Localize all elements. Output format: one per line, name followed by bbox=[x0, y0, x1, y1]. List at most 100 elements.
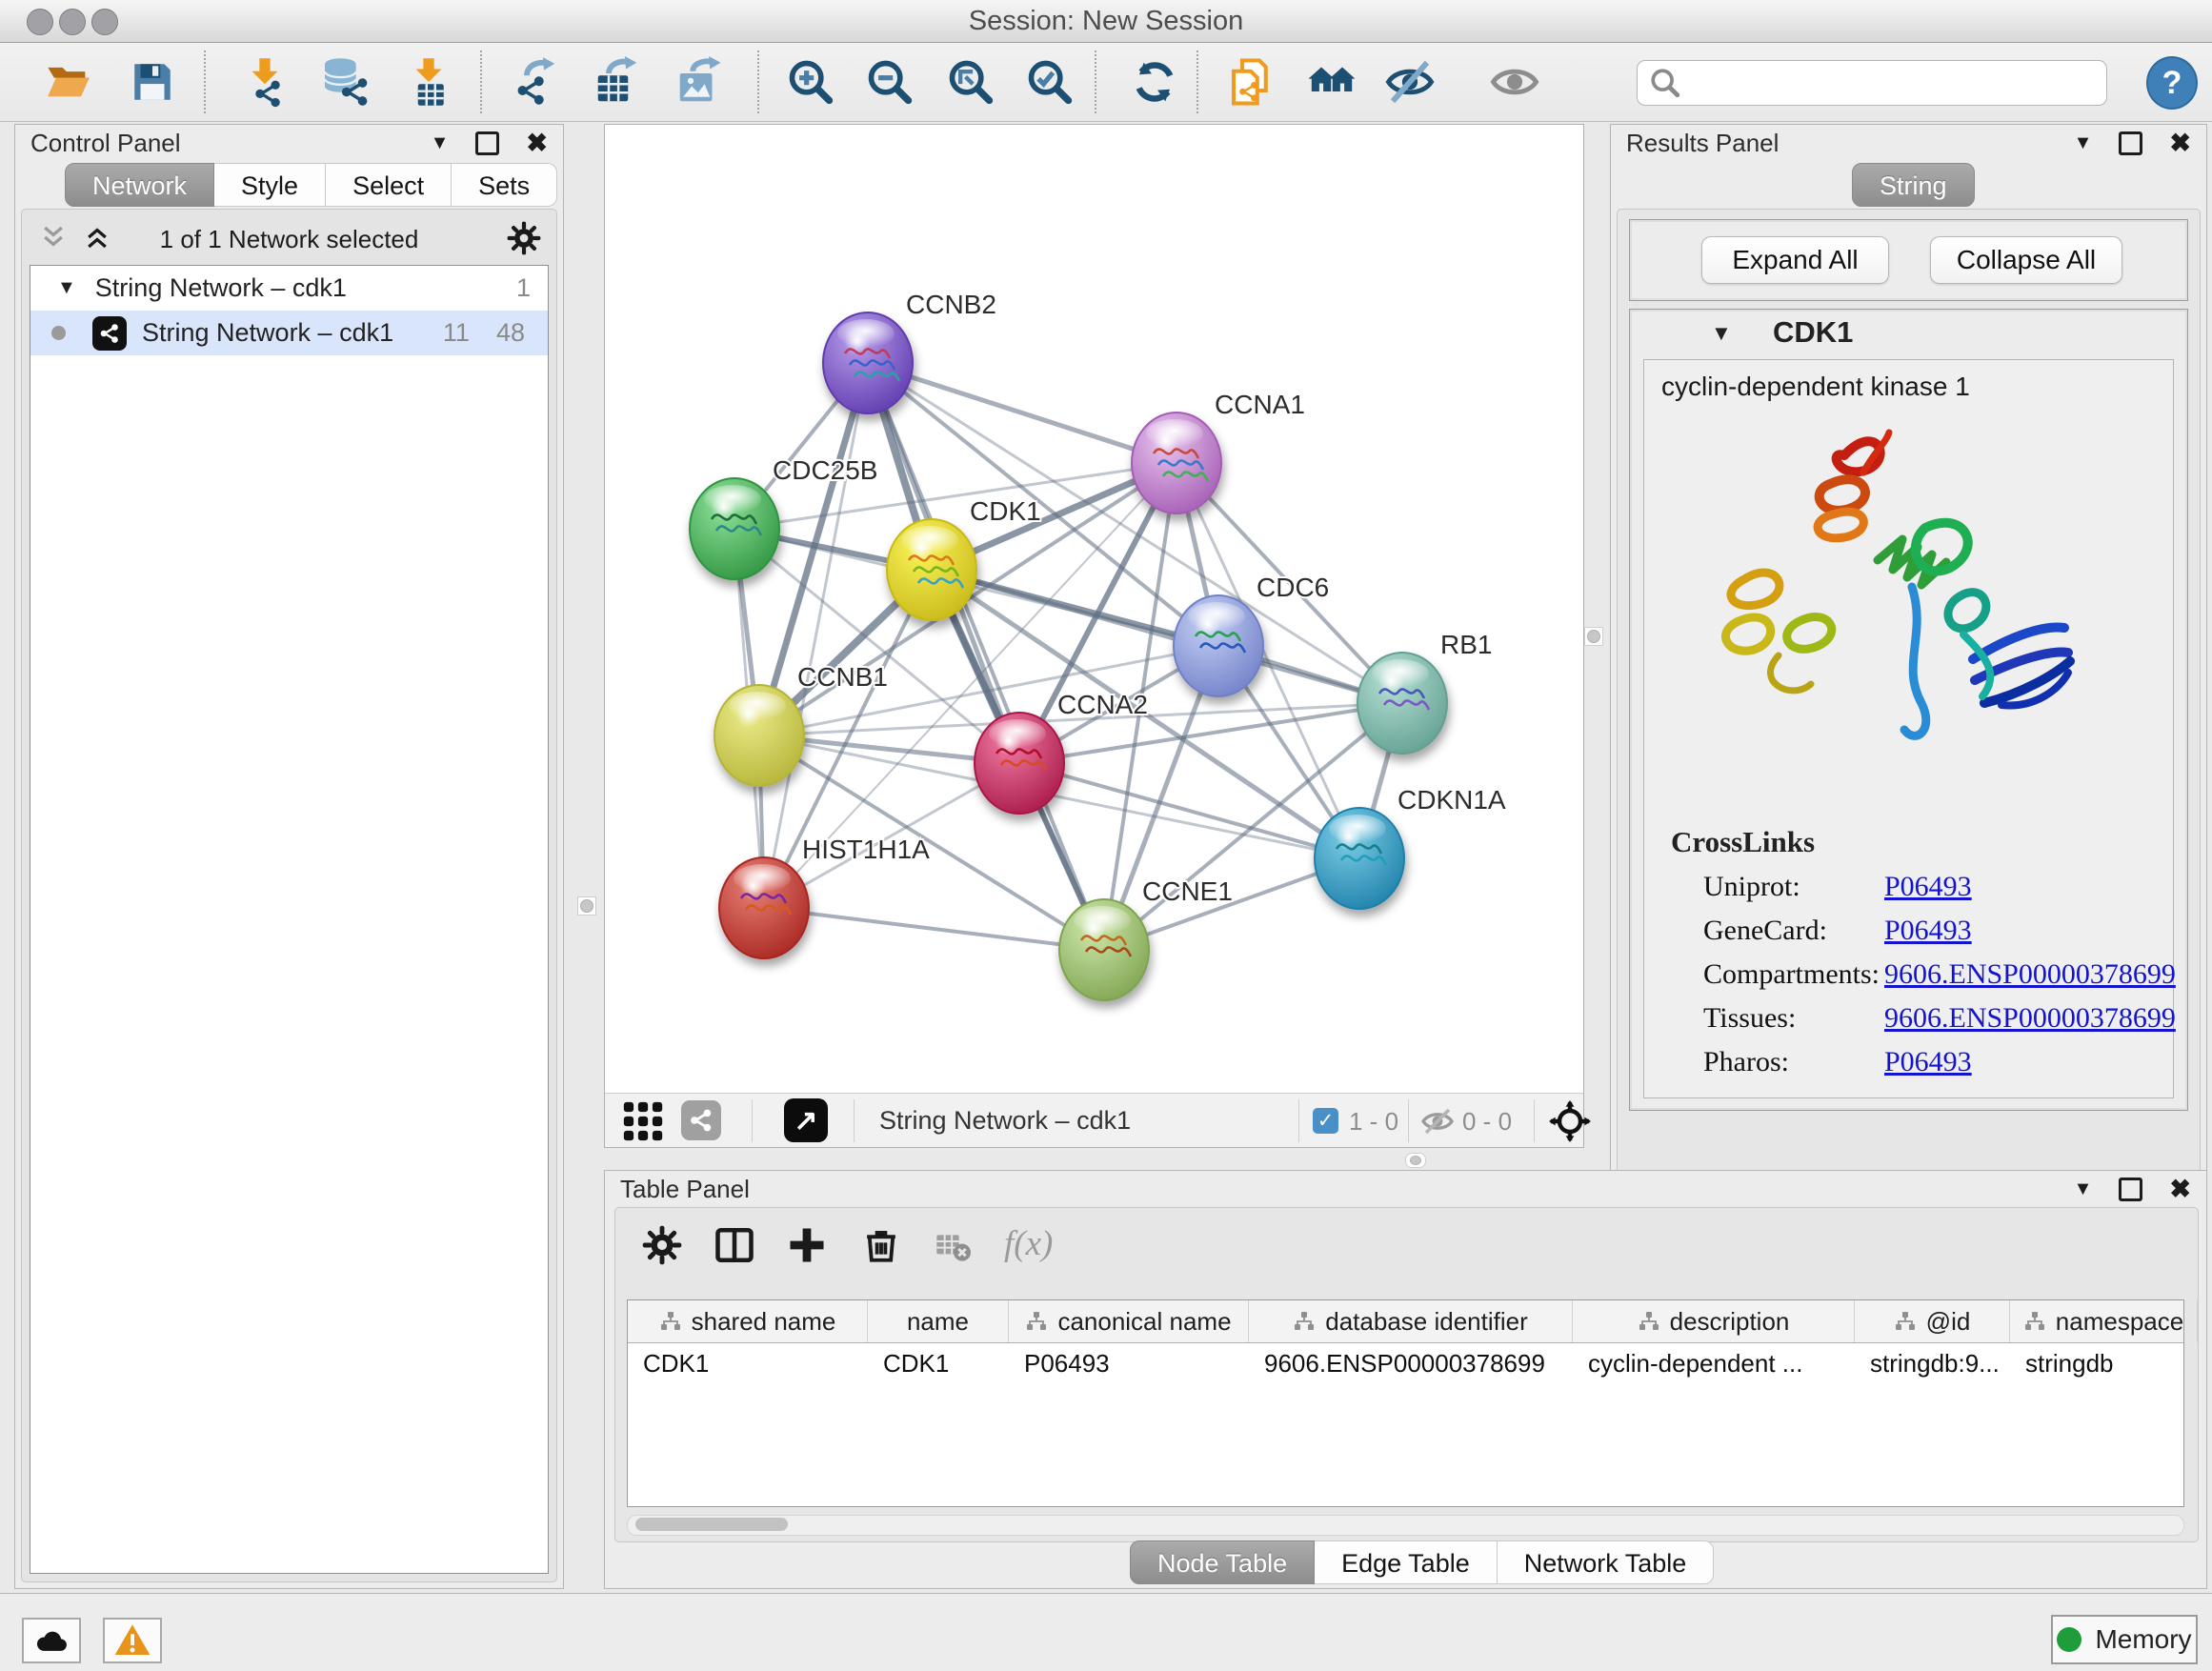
table-options-gear-icon[interactable] bbox=[642, 1225, 682, 1265]
expand-all-button[interactable]: Expand All bbox=[1701, 236, 1889, 284]
panel-float-icon[interactable] bbox=[2119, 131, 2142, 155]
import-table-icon bbox=[403, 56, 454, 108]
zoom-selected-button[interactable] bbox=[1023, 55, 1076, 109]
tab-edge-table[interactable]: Edge Table bbox=[1315, 1540, 1498, 1584]
tab-node-table[interactable]: Node Table bbox=[1130, 1540, 1315, 1584]
table-cell[interactable]: CDK1 bbox=[628, 1343, 868, 1383]
table-cell[interactable]: 9606.ENSP00000378699 bbox=[1249, 1343, 1573, 1383]
hidden-eye-icon[interactable] bbox=[1420, 1104, 1455, 1138]
section-caret-icon[interactable]: ▼ bbox=[1711, 321, 1732, 346]
table-cell[interactable]: stringdb bbox=[2010, 1343, 2198, 1383]
show-columns-icon[interactable] bbox=[714, 1225, 754, 1265]
network-node-CDKN1A[interactable] bbox=[1315, 808, 1404, 909]
table-row[interactable]: CDK1CDK1P064939606.ENSP00000378699cyclin… bbox=[628, 1343, 2183, 1383]
horizontal-splitter-handle[interactable] bbox=[1405, 1153, 1426, 1168]
network-node-HIST1H1A[interactable] bbox=[719, 857, 809, 958]
save-session-button[interactable] bbox=[126, 55, 179, 109]
selected-checkbox-icon[interactable]: ✓ bbox=[1313, 1108, 1338, 1134]
network-collection-row[interactable]: ▼ String Network – cdk1 1 bbox=[30, 266, 548, 311]
column-header-name[interactable]: name bbox=[868, 1300, 1009, 1342]
column-header-description[interactable]: description bbox=[1573, 1300, 1855, 1342]
crosslink-link[interactable]: 9606.ENSP00000378699 bbox=[1884, 958, 2176, 991]
network-node-CDC25B[interactable] bbox=[690, 478, 779, 579]
tab-network-table[interactable]: Network Table bbox=[1498, 1540, 1715, 1584]
network-node-CCNB2[interactable] bbox=[823, 312, 913, 413]
panel-float-icon[interactable] bbox=[475, 131, 499, 155]
show-all-button[interactable] bbox=[1488, 55, 1541, 109]
column-header-shared-name[interactable]: shared name bbox=[628, 1300, 868, 1342]
network-share-view-icon[interactable] bbox=[681, 1100, 721, 1140]
crosslink-link[interactable]: P06493 bbox=[1884, 915, 1972, 947]
network-edge[interactable] bbox=[868, 363, 1176, 463]
table-cell[interactable]: CDK1 bbox=[868, 1343, 1009, 1383]
export-table-button[interactable] bbox=[591, 55, 644, 109]
delete-column-icon[interactable] bbox=[861, 1225, 901, 1265]
search-input[interactable] bbox=[1689, 68, 2106, 99]
crosslink-link[interactable]: P06493 bbox=[1884, 871, 1972, 903]
export-network-button[interactable] bbox=[509, 55, 562, 109]
tab-select[interactable]: Select bbox=[326, 163, 452, 207]
network-node-RB1[interactable] bbox=[1357, 653, 1447, 754]
table-horizontal-scrollbar[interactable] bbox=[627, 1515, 2184, 1536]
panel-collapse-icon[interactable]: ▼ bbox=[2074, 132, 2093, 154]
network-node-CCNA1[interactable] bbox=[1132, 413, 1221, 513]
warning-status-button[interactable] bbox=[103, 1618, 162, 1663]
tab-sets[interactable]: Sets bbox=[452, 163, 557, 207]
column-header-@id[interactable]: @id bbox=[1855, 1300, 2010, 1342]
scrollbar-thumb[interactable] bbox=[635, 1518, 788, 1531]
search-field[interactable] bbox=[1637, 60, 2107, 106]
panel-collapse-icon[interactable]: ▼ bbox=[431, 132, 450, 154]
tab-network[interactable]: Network bbox=[65, 163, 214, 207]
network-node-CCNB1[interactable] bbox=[714, 685, 804, 786]
zoom-in-button[interactable] bbox=[784, 55, 837, 109]
new-network-from-selection-button[interactable] bbox=[1224, 55, 1277, 109]
import-network-database-button[interactable] bbox=[318, 55, 372, 109]
cloud-status-button[interactable] bbox=[22, 1618, 81, 1663]
import-network-file-button[interactable] bbox=[238, 55, 292, 109]
collapse-all-button[interactable]: Collapse All bbox=[1930, 236, 2122, 284]
panel-close-icon[interactable]: ✖ bbox=[2169, 129, 2191, 158]
add-column-icon[interactable] bbox=[787, 1225, 827, 1265]
panel-close-icon[interactable]: ✖ bbox=[526, 129, 548, 158]
apply-layout-button[interactable] bbox=[1128, 55, 1181, 109]
zoom-out-button[interactable] bbox=[863, 55, 916, 109]
hide-selected-button[interactable] bbox=[1383, 55, 1437, 109]
table-cell[interactable]: cyclin-dependent ... bbox=[1573, 1343, 1855, 1383]
panel-close-icon[interactable]: ✖ bbox=[2169, 1175, 2191, 1204]
import-table-file-button[interactable] bbox=[402, 55, 455, 109]
search-icon bbox=[1649, 67, 1681, 99]
panel-float-icon[interactable] bbox=[2119, 1178, 2142, 1201]
crosslink-link[interactable]: P06493 bbox=[1884, 1046, 1972, 1078]
crosslink-link[interactable]: 9606.ENSP00000378699 bbox=[1884, 1002, 2176, 1035]
memory-button[interactable]: Memory bbox=[2051, 1615, 2198, 1664]
open-session-button[interactable] bbox=[42, 55, 95, 109]
grid-view-icon[interactable] bbox=[622, 1100, 664, 1142]
right-splitter-handle[interactable] bbox=[1584, 627, 1603, 646]
network-node-CDK1[interactable] bbox=[887, 519, 976, 620]
network-node-CCNA2[interactable] bbox=[975, 713, 1064, 814]
column-header-database-identifier[interactable]: database identifier bbox=[1249, 1300, 1573, 1342]
column-header-canonical-name[interactable]: canonical name bbox=[1009, 1300, 1249, 1342]
network-canvas[interactable]: CCNB2CCNA1CDC25BCDK1CDC6RB1CCNB1CCNA2CDK… bbox=[605, 125, 1583, 1093]
table-cell[interactable]: stringdb:9... bbox=[1855, 1343, 2010, 1383]
collection-caret-icon[interactable]: ▼ bbox=[57, 277, 76, 299]
network-options-gear-icon[interactable] bbox=[507, 221, 541, 255]
network-edge[interactable] bbox=[764, 908, 1104, 950]
export-image-button[interactable] bbox=[673, 55, 726, 109]
first-neighbors-button[interactable] bbox=[1305, 55, 1358, 109]
tab-style[interactable]: Style bbox=[214, 163, 326, 207]
network-node-CDC6[interactable] bbox=[1174, 595, 1263, 696]
table-cell[interactable]: P06493 bbox=[1009, 1343, 1249, 1383]
network-node-CCNE1[interactable] bbox=[1059, 899, 1149, 1000]
help-button[interactable]: ? bbox=[2146, 56, 2198, 110]
navigator-crosshair-icon[interactable] bbox=[1549, 1100, 1591, 1142]
detach-view-icon[interactable]: ↗ bbox=[784, 1098, 828, 1142]
network-row-selected[interactable]: String Network – cdk1 11 48 bbox=[30, 311, 548, 355]
network-edge[interactable] bbox=[764, 363, 868, 908]
zoom-fit-button[interactable] bbox=[944, 55, 997, 109]
tab-string[interactable]: String bbox=[1852, 163, 1975, 207]
panel-collapse-icon[interactable]: ▼ bbox=[2074, 1178, 2093, 1200]
left-splitter-handle[interactable] bbox=[577, 896, 596, 916]
network-edge[interactable] bbox=[1019, 763, 1359, 858]
column-header-namespace[interactable]: namespace bbox=[2010, 1300, 2198, 1342]
